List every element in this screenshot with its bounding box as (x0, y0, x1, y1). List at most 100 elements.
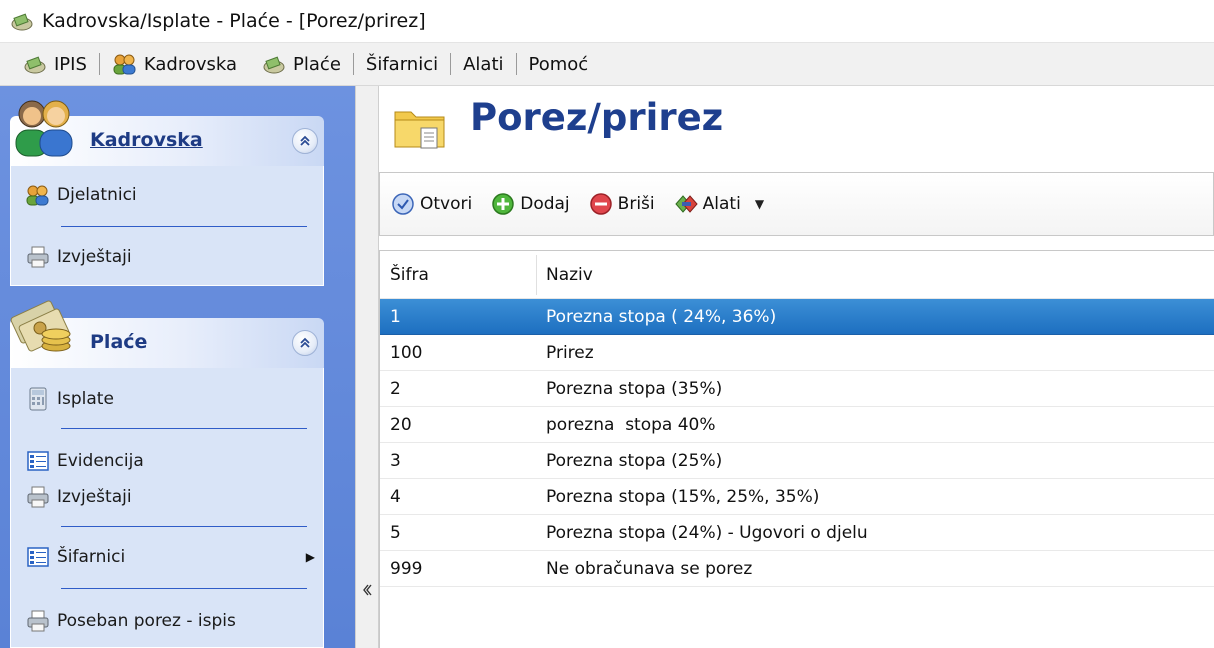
cell-code: 999 (390, 559, 423, 579)
users-icon (25, 182, 51, 208)
menu-ipis[interactable]: IPIS (10, 43, 99, 85)
sidebar-item-label: Evidencija (57, 451, 144, 471)
main-panel: Porez/prirez Otvori Dodaj Briši Alati ▼ … (379, 86, 1214, 648)
collapse-sidebar-icon[interactable] (362, 584, 372, 600)
minus-circle-icon (588, 191, 614, 217)
sidebar-item-isplate[interactable]: Isplate (25, 386, 114, 412)
sidebar-item-izvjestaji-kadrovska[interactable]: Izvještaji (25, 244, 132, 270)
printer-icon (25, 244, 51, 270)
check-circle-icon (390, 191, 416, 217)
tools-icon (673, 191, 699, 217)
sidebar-divider (61, 226, 307, 227)
table-row[interactable]: 3 Porezna stopa (25%) (380, 443, 1214, 479)
menu-place-label: Plaće (293, 53, 341, 75)
printer-icon (25, 484, 51, 510)
menu-bar: IPIS Kadrovska Plaće Šifarnici Alati Pom… (0, 42, 1214, 86)
tax-table: Šifra Naziv 1 Porezna stopa ( 24%, 36%) … (379, 250, 1214, 648)
sidebar-item-label: Šifarnici (57, 547, 126, 567)
calculator-icon (25, 386, 51, 412)
column-header-code[interactable]: Šifra (390, 265, 429, 285)
table-row[interactable]: 4 Porezna stopa (15%, 25%, 35%) (380, 479, 1214, 515)
sidebar-item-label: Izvještaji (57, 247, 132, 267)
tools-button[interactable]: Alati (673, 191, 741, 217)
panel-title-kadrovska: Kadrovska (90, 129, 203, 151)
cell-code: 20 (390, 415, 412, 435)
sidebar-item-label: Izvještaji (57, 487, 132, 507)
table-row[interactable]: 100 Prirez (380, 335, 1214, 371)
printer-icon (25, 608, 51, 634)
sidebar-divider (61, 588, 307, 589)
panel-body-place: Isplate Evidencija Izvještaji Šifarnici … (10, 368, 324, 648)
panel-body-kadrovska: Djelatnici Izvještaji (10, 166, 324, 286)
sidebar-item-label: Djelatnici (57, 185, 137, 205)
sidebar-item-djelatnici[interactable]: Djelatnici (25, 182, 137, 208)
open-button[interactable]: Otvori (390, 191, 472, 217)
menu-alati-label: Alati (463, 53, 504, 75)
menu-kadrovska[interactable]: Kadrovska (100, 43, 249, 85)
toolbar: Otvori Dodaj Briši Alati ▼ (379, 172, 1214, 236)
menu-pomoc[interactable]: Pomoć (517, 43, 601, 85)
cell-code: 2 (390, 379, 401, 399)
submenu-arrow-icon: ▶ (305, 550, 315, 564)
menu-ipis-label: IPIS (54, 53, 87, 75)
delete-button[interactable]: Briši (588, 191, 655, 217)
sidebar-splitter[interactable] (355, 86, 379, 648)
cell-code: 3 (390, 451, 401, 471)
plus-circle-icon (490, 191, 516, 217)
cell-name: Porezna stopa (15%, 25%, 35%) (546, 487, 820, 507)
chevron-up-icon (300, 337, 310, 348)
table-row[interactable]: 5 Porezna stopa (24%) - Ugovori o djelu (380, 515, 1214, 551)
ipis-icon (22, 51, 48, 77)
open-button-label: Otvori (420, 194, 473, 214)
people-large-icon (8, 92, 80, 164)
cell-name: Porezna stopa ( 24%, 36%) (546, 307, 777, 327)
sidebar-divider (61, 428, 307, 429)
toolbar-dropdown-icon[interactable]: ▼ (755, 197, 764, 211)
table-row[interactable]: 1 Porezna stopa ( 24%, 36%) (380, 299, 1214, 335)
cell-name: Prirez (546, 343, 594, 363)
money-icon (261, 51, 287, 77)
list-icon (25, 544, 51, 570)
add-button[interactable]: Dodaj (490, 191, 570, 217)
tools-button-label: Alati (702, 194, 741, 214)
add-button-label: Dodaj (520, 194, 570, 214)
table-row[interactable]: 20 porezna stopa 40% (380, 407, 1214, 443)
page-header: Porez/prirez (379, 86, 1214, 168)
column-header-name[interactable]: Naziv (546, 265, 593, 285)
cell-name: Porezna stopa (25%) (546, 451, 723, 471)
cell-name: Porezna stopa (35%) (546, 379, 723, 399)
sidebar-item-evidencija[interactable]: Evidencija (25, 448, 144, 474)
users-icon (112, 51, 138, 77)
table-row[interactable]: 2 Porezna stopa (35%) (380, 371, 1214, 407)
folder-icon (391, 98, 449, 156)
menu-place[interactable]: Plaće (249, 43, 353, 85)
window-title: Kadrovska/Isplate - Plaće - [Porez/prire… (42, 10, 426, 32)
panel-title-place: Plaće (90, 331, 148, 353)
sidebar-item-label: Poseban porez - ispis (57, 611, 236, 631)
cell-name: Ne obračunava se porez (546, 559, 753, 579)
cell-code: 4 (390, 487, 401, 507)
delete-button-label: Briši (617, 194, 655, 214)
sidebar-item-izvjestaji-place[interactable]: Izvještaji (25, 484, 132, 510)
list-icon (25, 448, 51, 474)
cell-code: 5 (390, 523, 401, 543)
menu-sifarnici-label: Šifarnici (365, 53, 439, 75)
column-divider[interactable] (536, 255, 537, 295)
sidebar-item-label: Isplate (57, 389, 114, 409)
sidebar: Kadrovska Djelatnici Izvještaji Plaće Is… (0, 86, 355, 648)
title-bar: Kadrovska/Isplate - Plaće - [Porez/prire… (0, 0, 1214, 42)
collapse-kadrovska-button[interactable] (292, 128, 318, 154)
app-icon (8, 7, 36, 35)
table-header: Šifra Naziv (380, 251, 1214, 299)
menu-kadrovska-label: Kadrovska (143, 53, 238, 75)
menu-pomoc-label: Pomoć (528, 53, 589, 75)
sidebar-item-sifarnici[interactable]: Šifarnici ▶ (25, 544, 315, 570)
sidebar-item-poseban-porez[interactable]: Poseban porez - ispis (25, 608, 236, 634)
chevron-up-icon (300, 135, 310, 146)
menu-sifarnici[interactable]: Šifarnici (354, 43, 450, 85)
money-large-icon (10, 294, 82, 366)
page-title: Porez/prirez (470, 96, 724, 139)
menu-alati[interactable]: Alati (451, 43, 515, 85)
collapse-place-button[interactable] (292, 330, 318, 356)
table-row[interactable]: 999 Ne obračunava se porez (380, 551, 1214, 587)
